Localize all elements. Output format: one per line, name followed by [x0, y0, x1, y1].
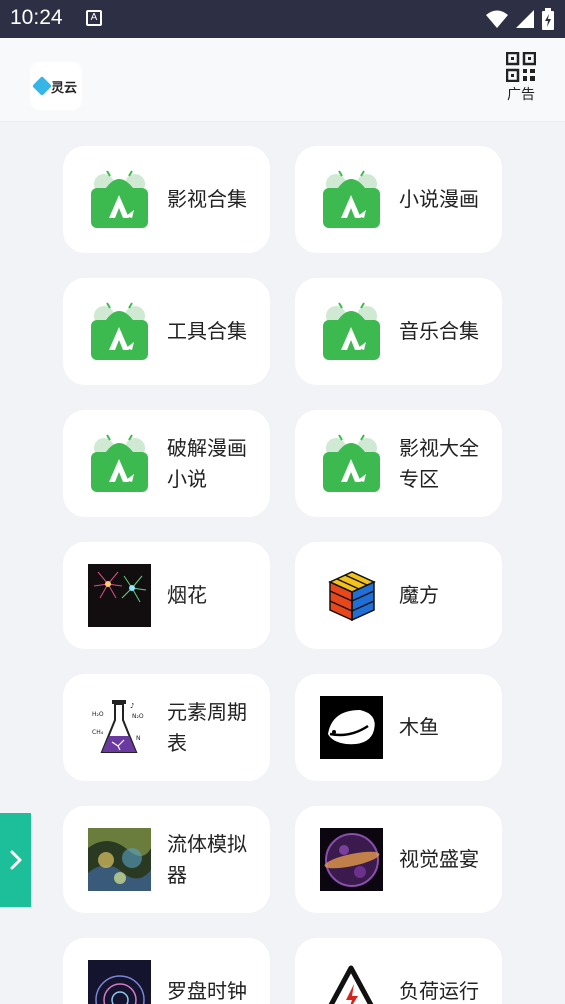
wooden-fish-icon [320, 696, 383, 759]
card-label: 烟花 [167, 583, 207, 607]
notification-app-icon: A [86, 10, 102, 26]
card-label: 罗盘时钟 [167, 979, 247, 1003]
status-bar: 10:24 A [0, 0, 565, 38]
card-label: 破解漫画小说 [167, 435, 247, 491]
app-header: 灵云 广告 [0, 38, 565, 122]
card-label: 影视合集 [167, 187, 247, 211]
card-label: 视觉盛宴 [399, 847, 479, 871]
status-time: 10:24 [10, 6, 63, 29]
fireworks-icon [88, 564, 151, 627]
qr-ad-button[interactable]: 广告 [501, 52, 541, 108]
rubiks-cube-icon [328, 571, 376, 622]
card-label: 流体模拟器 [167, 831, 247, 887]
card-visual-feast[interactable]: 视觉盛宴 [295, 806, 502, 913]
card-label: 音乐合集 [399, 319, 479, 343]
qr-code-icon [506, 52, 536, 82]
card-label: 魔方 [399, 583, 439, 607]
android-app-icon [323, 170, 380, 228]
card-periodic-table[interactable]: H₂O N₂O CH₄ N ♪ 元素周期表 [63, 674, 270, 781]
high-voltage-warning-icon [328, 965, 374, 1004]
qr-label: 广告 [507, 87, 535, 103]
logo-text: 灵云 [50, 80, 77, 96]
svg-text:H₂O: H₂O [92, 711, 104, 718]
card-tools-collection[interactable]: 工具合集 [63, 278, 270, 385]
card-cracked-comics[interactable]: 破解漫画小说 [63, 410, 270, 517]
wifi-icon [486, 10, 508, 28]
signal-icon [516, 10, 534, 28]
card-label: 元素周期表 [167, 699, 247, 755]
chevron-right-icon [10, 850, 21, 870]
card-label: 负荷运行 [399, 979, 479, 1003]
svg-text:♪: ♪ [130, 702, 134, 710]
card-movies-collection[interactable]: 影视合集 [63, 146, 270, 253]
android-app-icon [91, 434, 148, 492]
card-label: 木鱼 [399, 715, 439, 739]
svg-text:N₂O: N₂O [132, 713, 144, 720]
battery-icon [542, 8, 554, 30]
card-label: 小说漫画 [399, 187, 479, 211]
particle-sphere-icon [320, 828, 383, 891]
svg-text:N: N [136, 735, 141, 742]
card-music-collection[interactable]: 音乐合集 [295, 278, 502, 385]
card-wooden-fish[interactable]: 木鱼 [295, 674, 502, 781]
android-app-icon [323, 302, 380, 360]
android-app-icon [91, 170, 148, 228]
card-label: 工具合集 [167, 319, 247, 343]
card-rubiks-cube[interactable]: 魔方 [295, 542, 502, 649]
svg-text:CH₄: CH₄ [92, 729, 104, 736]
chemistry-flask-icon: H₂O N₂O CH₄ N ♪ [92, 700, 144, 753]
card-label: 影视大全专区 [399, 435, 479, 491]
card-compass-clock[interactable]: 罗盘时钟 [63, 938, 270, 1004]
cube-icon [32, 76, 52, 96]
android-app-icon [91, 302, 148, 360]
fluid-simulation-icon [88, 828, 151, 891]
card-novel-comics[interactable]: 小说漫画 [295, 146, 502, 253]
compass-clock-icon [88, 960, 151, 1004]
app-logo: 灵云 [30, 62, 82, 110]
card-fluid-simulator[interactable]: 流体模拟器 [63, 806, 270, 913]
card-load-running[interactable]: 负荷运行 [295, 938, 502, 1004]
side-expand-tab[interactable] [0, 813, 31, 907]
card-movies-zone[interactable]: 影视大全专区 [295, 410, 502, 517]
card-fireworks[interactable]: 烟花 [63, 542, 270, 649]
android-app-icon [323, 434, 380, 492]
